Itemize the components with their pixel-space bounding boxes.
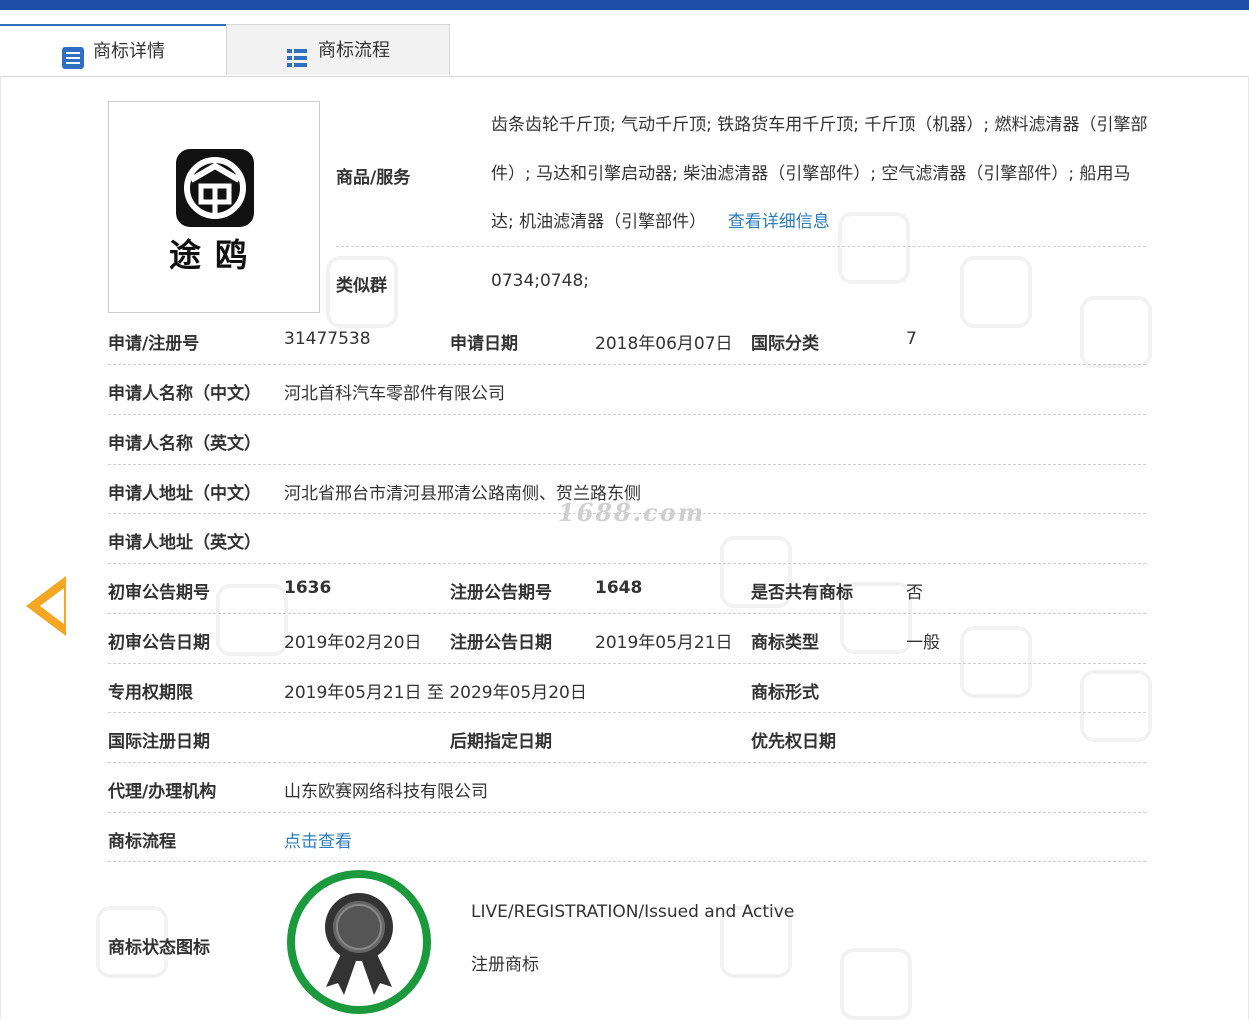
divider — [108, 414, 1146, 415]
divider — [108, 663, 1146, 664]
prelim-date-value: 2019年02月20日 — [284, 633, 422, 653]
divider — [336, 246, 1146, 247]
apply-date-value: 2018年06月07日 — [595, 334, 733, 354]
intl-class-value: 7 — [906, 329, 917, 349]
tab-detail-label: 商标详情 — [93, 40, 165, 62]
intl-class-label: 国际分类 — [751, 334, 819, 354]
applicant-cn-value: 河北首科汽车零部件有限公司 — [284, 384, 505, 404]
applicant-en-label: 申请人名称（英文） — [108, 434, 261, 454]
prelim-issue-label: 初审公告期号 — [108, 583, 210, 603]
watermark-glyph — [840, 948, 912, 1020]
trademark-image: 途鸥 — [108, 101, 320, 313]
tab-trademark-flow[interactable]: 商标流程 — [226, 24, 450, 75]
similar-group-value: 0734;0748; — [491, 271, 589, 291]
goods-services-text: 齿条齿轮千斤顶; 气动千斤顶; 铁路货车用千斤顶; 千斤顶（机器）; 燃料滤清器… — [491, 101, 1151, 247]
applicant-cn-label: 申请人名称（中文） — [108, 384, 261, 404]
site-watermark: 1688.com — [558, 498, 706, 527]
status-icon-label: 商标状态图标 — [108, 938, 210, 958]
reg-no-value: 31477538 — [284, 329, 371, 349]
reg-issue-value: 1648 — [595, 578, 643, 598]
similar-group-label: 类似群 — [336, 276, 387, 296]
tab-bar: 商标详情 商标流程 — [0, 24, 1249, 77]
tm-type-value: 一般 — [906, 633, 940, 653]
watermark-glyph — [1080, 670, 1152, 742]
agent-label: 代理/办理机构 — [108, 782, 217, 802]
shared-label: 是否共有商标 — [751, 583, 853, 603]
tab-trademark-detail[interactable]: 商标详情 — [0, 24, 226, 76]
watermark-glyph — [1080, 296, 1152, 368]
view-process-link[interactable]: 点击查看 — [284, 827, 352, 852]
intl-reg-date-label: 国际注册日期 — [108, 732, 210, 752]
divider — [108, 464, 1146, 465]
goods-label: 商品/服务 — [336, 168, 411, 188]
shared-value: 否 — [906, 583, 923, 603]
top-header-bar — [0, 0, 1249, 10]
divider — [108, 712, 1146, 713]
watermark-glyph — [216, 584, 288, 656]
registered-badge-icon — [286, 869, 432, 1015]
tab-flow-label: 商标流程 — [318, 39, 390, 61]
exclusive-value: 2019年05月21日 至 2029年05月20日 — [284, 683, 587, 703]
divider — [108, 861, 1146, 862]
address-en-label: 申请人地址（英文） — [108, 533, 261, 553]
tm-form-label: 商标形式 — [751, 683, 819, 703]
view-details-link[interactable]: 查看详细信息 — [728, 212, 830, 232]
tm-type-label: 商标类型 — [751, 633, 819, 653]
apply-date-label: 申请日期 — [450, 334, 518, 354]
watermark-glyph — [960, 256, 1032, 328]
detail-list-icon — [61, 39, 85, 69]
reg-no-label: 申请/注册号 — [108, 334, 200, 354]
reg-issue-label: 注册公告期号 — [450, 583, 552, 603]
previous-arrow-icon[interactable] — [26, 576, 66, 636]
divider — [108, 762, 1146, 763]
reg-date-label: 注册公告日期 — [450, 633, 552, 653]
prelim-date-label: 初审公告日期 — [108, 633, 210, 653]
watermark-glyph — [960, 626, 1032, 698]
divider — [108, 364, 1146, 365]
agent-value: 山东欧赛网络科技有限公司 — [284, 782, 488, 802]
divider — [108, 563, 1146, 564]
later-date-label: 后期指定日期 — [450, 732, 552, 752]
reg-date-value: 2019年05月21日 — [595, 633, 733, 653]
address-cn-label: 申请人地址（中文） — [108, 484, 261, 504]
grid-list-icon — [286, 38, 310, 67]
prelim-issue-value: 1636 — [284, 578, 332, 598]
trademark-logo-text: 途鸥 — [168, 236, 261, 274]
exclusive-label: 专用权期限 — [108, 683, 193, 703]
process-label: 商标流程 — [108, 832, 176, 852]
status-en-text: LIVE/REGISTRATION/Issued and Active — [471, 902, 795, 922]
priority-date-label: 优先权日期 — [751, 732, 836, 752]
status-cn-text: 注册商标 — [471, 955, 539, 975]
divider — [108, 812, 1146, 813]
divider — [108, 613, 1146, 614]
